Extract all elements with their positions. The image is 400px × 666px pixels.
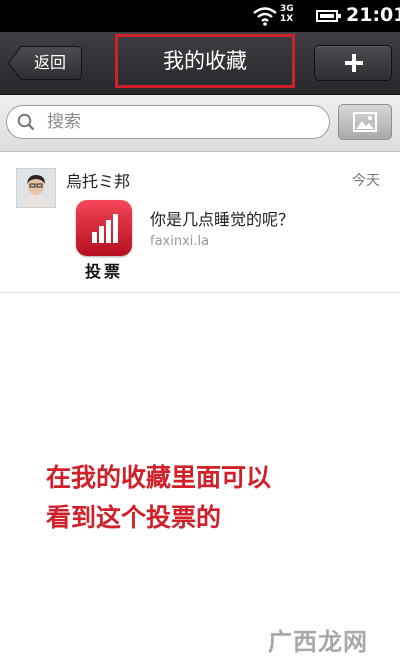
app-label: 投票 [84, 262, 123, 281]
avatar [16, 168, 56, 208]
search-placeholder: 搜索 [47, 112, 81, 132]
search-input[interactable]: 搜索 [6, 105, 330, 139]
favorite-title[interactable]: 你是几点睡觉的呢？ [150, 206, 294, 230]
wifi-icon [253, 7, 277, 26]
title-highlight-box: 我的收藏 [115, 34, 295, 88]
page-title: 我的收藏 [163, 49, 247, 73]
network-indicator: 3G 1X [280, 4, 294, 24]
favorite-item[interactable]: 烏托ミ邦 今天 投票 你是几点睡觉的呢？ faxinxi.la [0, 152, 400, 293]
image-search-button[interactable] [338, 104, 392, 140]
username: 烏托ミ邦 [66, 172, 131, 191]
watermark: 广西龙网 [268, 620, 396, 660]
title-bar: 返回 我的收藏 [0, 32, 400, 95]
network-type-top: 3G [280, 4, 294, 14]
annotation-line-2: 看到这个投票的 [46, 503, 222, 532]
battery-icon [316, 10, 341, 22]
search-icon [17, 113, 35, 131]
annotation-text: 在我的收藏里面可以 看到这个投票的 [46, 458, 376, 538]
image-icon [353, 112, 377, 132]
network-type-bottom: 1X [280, 14, 294, 24]
status-bar: 3G 1X 21:01 [0, 0, 400, 32]
back-label: 返回 [33, 53, 66, 72]
add-button[interactable] [314, 45, 392, 81]
back-button[interactable]: 返回 [8, 46, 82, 80]
search-bar: 搜索 [0, 95, 400, 152]
status-time: 21:01 [346, 4, 400, 26]
favorite-source: faxinxi.la [150, 234, 210, 249]
watermark-text: 广西龙网 [268, 628, 368, 656]
vote-app-icon[interactable] [76, 200, 132, 256]
annotation-line-1: 在我的收藏里面可以 [46, 463, 272, 492]
favorite-time: 今天 [352, 173, 380, 189]
